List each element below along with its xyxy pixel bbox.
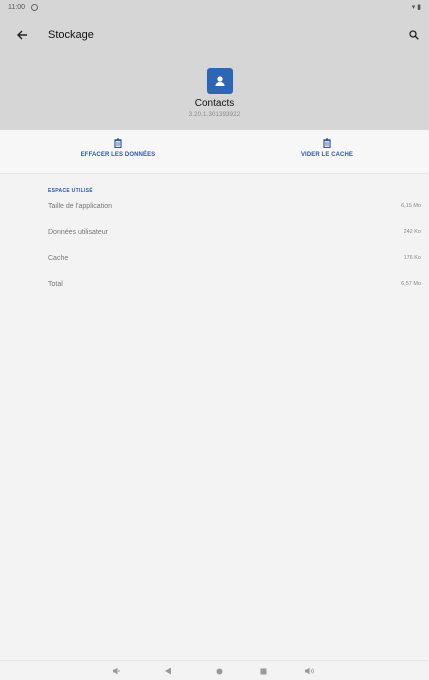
row-value: 6,15 Mo [401,203,421,209]
page-title: Stockage [48,29,94,41]
app-header: Stockage Contacts 3.20.1.301393922 [0,14,429,130]
storage-row-cache: Cache 176 Ko [0,255,429,269]
volume-up-icon[interactable] [303,664,317,678]
storage-actions: EFFACER LES DONNÉES VIDER LE CACHE [0,130,429,174]
recents-icon[interactable] [256,664,270,678]
storage-row-total: Total 6,57 Mo [0,281,429,295]
search-button[interactable] [405,26,423,44]
home-icon[interactable] [212,664,226,678]
clear-cache-label: VIDER LE CACHE [300,152,354,158]
trash-icon [323,138,331,148]
row-value: 176 Ko [403,255,421,261]
app-icon [207,68,233,94]
row-label: Taille de l'application [48,203,112,210]
storage-row-user-data: Données utilisateur 242 Ko [0,229,429,243]
search-icon [409,30,419,40]
row-value: 242 Ko [403,229,421,235]
status-time: 11:00 [8,3,25,11]
trash-icon [114,138,122,148]
toolbar: Stockage [0,24,429,46]
row-label: Cache [48,255,69,262]
clear-data-label: EFFACER LES DONNÉES [80,152,156,158]
app-version: 3.20.1.301393922 [188,112,241,118]
back-button[interactable] [12,25,32,45]
contact-person-icon [215,76,225,86]
section-title: ESPACE UTILISÉ [48,188,93,194]
app-name: Contacts [194,98,235,109]
storage-row-app-size: Taille de l'application 6,15 Mo [0,203,429,217]
clear-cache-button[interactable]: VIDER LE CACHE [252,138,402,158]
status-bar: 11:00 ▾ ▮ [0,0,429,14]
arrow-back-icon [17,30,27,40]
volume-down-icon[interactable] [110,664,124,678]
back-icon[interactable] [161,664,175,678]
alarm-icon [31,3,38,11]
row-label: Total [48,281,63,288]
row-value: 6,57 Mo [401,281,421,287]
status-right-icons: ▾ ▮ [411,4,421,11]
row-label: Données utilisateur [48,229,108,236]
navigation-bar [0,660,429,680]
clear-data-button[interactable]: EFFACER LES DONNÉES [43,138,193,158]
